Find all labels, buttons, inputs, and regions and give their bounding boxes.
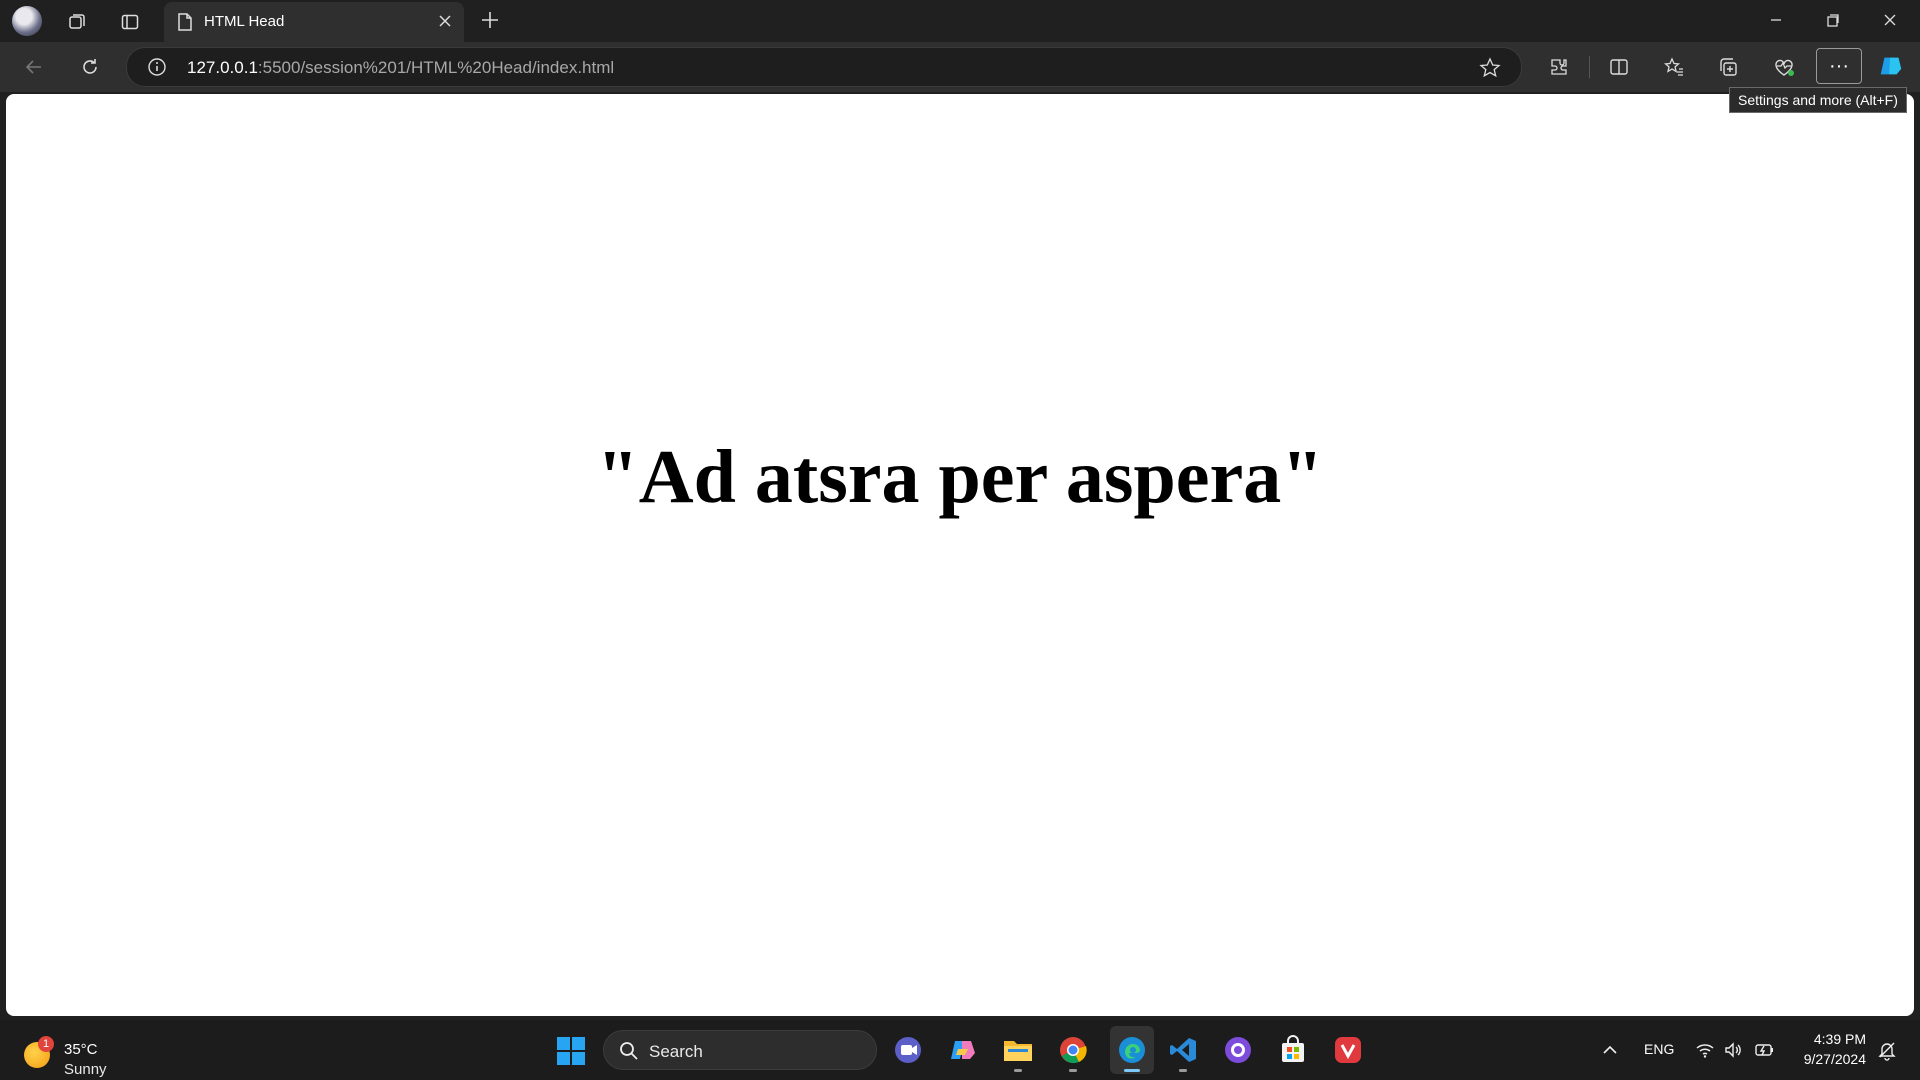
weather-temperature: 35°C xyxy=(64,1041,98,1058)
vivaldi-icon[interactable] xyxy=(1332,1034,1364,1066)
file-explorer-icon[interactable] xyxy=(1002,1034,1034,1072)
restore-icon[interactable] xyxy=(1823,10,1843,35)
url-host: 127.0.0.1 xyxy=(187,58,258,77)
battery-charging-icon[interactable] xyxy=(1754,1039,1776,1066)
clock-time[interactable]: 4:39 PM xyxy=(1794,1031,1866,1047)
settings-and-more-button[interactable]: ··· xyxy=(1816,48,1862,84)
weather-condition: Sunny xyxy=(64,1061,107,1078)
search-icon xyxy=(618,1040,640,1067)
site-info-icon[interactable] xyxy=(147,57,167,82)
taskbar: 1 35°C Sunny Search ENG 4:39 PM 9/27/202… xyxy=(0,1020,1920,1080)
copilot-icon[interactable] xyxy=(1877,52,1905,80)
url-text: 127.0.0.1:5500/session%201/HTML%20Head/i… xyxy=(187,58,614,78)
active-indicator xyxy=(1124,1069,1140,1072)
clock-date[interactable]: 9/27/2024 xyxy=(1794,1051,1866,1067)
start-menu-icon[interactable] xyxy=(556,1036,586,1066)
volume-icon[interactable] xyxy=(1723,1040,1743,1065)
show-hidden-icons-icon[interactable] xyxy=(1600,1040,1620,1065)
notifications-icon[interactable] xyxy=(1876,1039,1898,1066)
page-headline: "Ad atsra per aspera" xyxy=(596,435,1324,519)
running-indicator xyxy=(1069,1069,1077,1072)
url-path: :5500/session%201/HTML%20Head/index.html xyxy=(257,58,615,77)
minimize-icon[interactable] xyxy=(1766,10,1786,35)
teams-meet-icon[interactable] xyxy=(892,1034,924,1066)
split-screen-icon[interactable] xyxy=(1605,53,1633,81)
running-indicator xyxy=(1014,1069,1022,1072)
settings-tooltip: Settings and more (Alt+F) xyxy=(1729,87,1907,113)
back-icon[interactable] xyxy=(20,53,48,81)
favorite-star-icon[interactable] xyxy=(1479,57,1501,84)
favorites-icon[interactable] xyxy=(1660,53,1688,81)
vscode-icon[interactable] xyxy=(1167,1034,1199,1072)
active-tab[interactable]: HTML Head xyxy=(164,2,464,42)
workspaces-icon[interactable] xyxy=(64,9,90,35)
edge-icon[interactable] xyxy=(1110,1026,1154,1074)
browser-essentials-icon[interactable] xyxy=(1770,53,1798,81)
more-dots: ··· xyxy=(1829,54,1849,77)
vertical-tabs-icon[interactable] xyxy=(117,9,143,35)
extensions-icon[interactable] xyxy=(1545,53,1573,81)
browser-toolbar: 127.0.0.1:5500/session%201/HTML%20Head/i… xyxy=(0,42,1920,92)
microsoft-store-icon[interactable] xyxy=(1277,1034,1309,1066)
close-window-icon[interactable] xyxy=(1880,10,1900,35)
copilot-taskbar-icon[interactable] xyxy=(947,1034,979,1066)
new-tab-icon[interactable] xyxy=(478,8,502,37)
chrome-icon[interactable] xyxy=(1057,1034,1089,1072)
page-viewport: "Ad atsra per aspera" xyxy=(6,94,1914,1016)
language-indicator[interactable]: ENG xyxy=(1644,1041,1674,1057)
notification-badge: 1 xyxy=(38,1036,54,1052)
taskbar-search[interactable]: Search xyxy=(603,1030,877,1070)
search-label: Search xyxy=(649,1042,703,1061)
collections-icon[interactable] xyxy=(1715,53,1743,81)
address-bar[interactable]: 127.0.0.1:5500/session%201/HTML%20Head/i… xyxy=(126,47,1522,87)
wifi-icon[interactable] xyxy=(1695,1040,1715,1065)
github-desktop-icon[interactable] xyxy=(1222,1034,1254,1066)
close-tab-icon[interactable] xyxy=(436,12,454,35)
profile-avatar[interactable] xyxy=(12,6,42,36)
title-bar: HTML Head xyxy=(0,0,1920,42)
tab-title: HTML Head xyxy=(204,13,285,30)
toolbar-divider xyxy=(1589,56,1590,78)
page-icon xyxy=(176,12,194,37)
running-indicator xyxy=(1179,1069,1187,1072)
refresh-icon[interactable] xyxy=(76,53,104,81)
